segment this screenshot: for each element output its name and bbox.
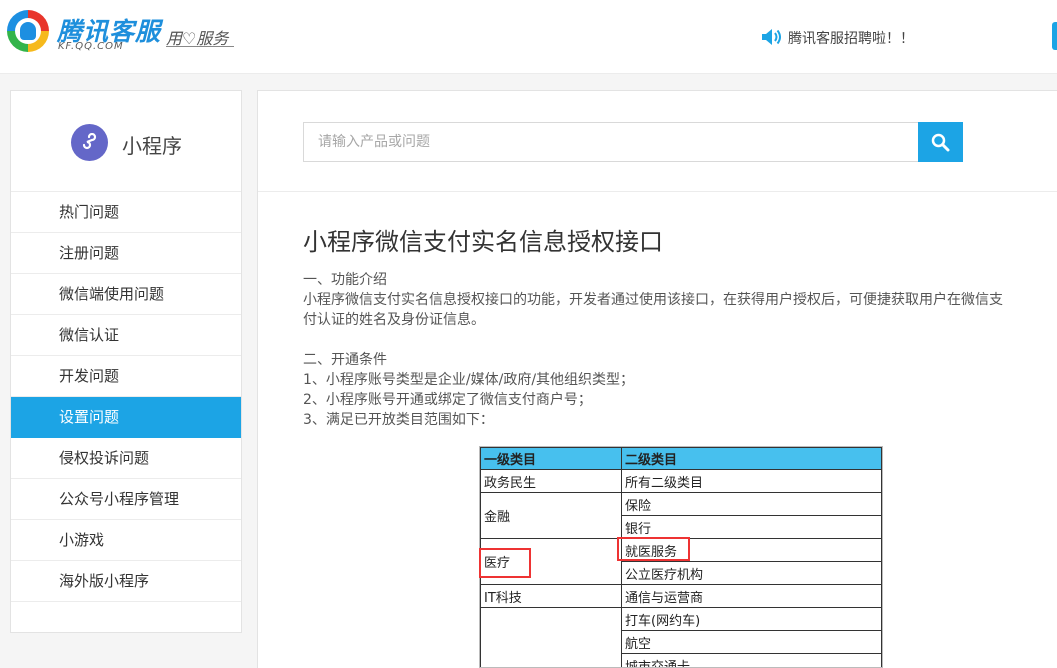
primary-category-cell: 政务民生 xyxy=(480,469,622,493)
table-row: 金融 保险 xyxy=(480,492,882,539)
secondary-category-cell: 城市交通卡 xyxy=(621,653,882,667)
tencent-kf-logo-icon[interactable] xyxy=(7,10,49,52)
secondary-category-cell: 保险 xyxy=(621,492,882,516)
primary-category-cell xyxy=(480,607,622,667)
highlight-box-medical xyxy=(479,548,531,578)
sidebar-item-wechat-usage[interactable]: 微信端使用问题 xyxy=(11,274,241,315)
mini-program-icon xyxy=(71,124,108,161)
condition-item: 2、小程序账号开通或绑定了微信支付商户号； xyxy=(303,392,592,408)
primary-category-cell: 金融 xyxy=(480,492,622,539)
secondary-category-cell: 银行 xyxy=(621,515,882,539)
sidebar-item-infringement[interactable]: 侵权投诉问题 xyxy=(11,438,241,479)
search-icon xyxy=(931,133,950,152)
sidebar-item-registration[interactable]: 注册问题 xyxy=(11,233,241,274)
section-heading-conditions: 二、开通条件 xyxy=(303,352,387,368)
highlight-box-medical-service xyxy=(617,537,690,561)
logo-subtext: KF.QQ.COM xyxy=(58,41,124,52)
recruitment-notice-link[interactable]: 腾讯客服招聘啦！！ xyxy=(788,28,914,48)
search-button[interactable] xyxy=(918,122,963,162)
secondary-category-cell: 所有二级类目 xyxy=(621,469,882,493)
secondary-category-cell: 通信与运营商 xyxy=(621,584,882,608)
secondary-category-cell: 打车(网约车) xyxy=(621,607,882,631)
table-row: IT科技 通信与运营商 xyxy=(480,584,882,608)
article-title: 小程序微信支付实名信息授权接口 xyxy=(303,228,663,256)
condition-item: 3、满足已开放类目范围如下： xyxy=(303,412,494,428)
search-bar xyxy=(258,91,1057,192)
header-action-button[interactable] xyxy=(1052,22,1057,50)
sidebar-item-wechat-verification[interactable]: 微信认证 xyxy=(11,315,241,356)
section-heading-features: 一、功能介绍 xyxy=(303,272,387,288)
search-input[interactable] xyxy=(303,122,918,162)
speaker-icon xyxy=(762,29,781,45)
table-header-row: 一级类目 二级类目 xyxy=(480,447,882,470)
sidebar-item-development[interactable]: 开发问题 xyxy=(11,356,241,397)
secondary-category-cell: 公立医疗机构 xyxy=(621,561,882,585)
sidebar: 小程序 热门问题 注册问题 微信端使用问题 微信认证 开发问题 设置问题 侵权投… xyxy=(10,90,242,633)
paragraph-line: 付认证的姓名及身份证信息。 xyxy=(303,312,485,328)
sidebar-item-settings[interactable]: 设置问题 xyxy=(11,397,241,438)
paragraph-line: 小程序微信支付实名信息授权接口的功能，开发者通过使用该接口，在获得用户授权后，可… xyxy=(303,292,1003,308)
table-header-cell: 二级类目 xyxy=(621,447,882,470)
secondary-category-cell: 航空 xyxy=(621,630,882,654)
table-row: 政务民生 所有二级类目 xyxy=(480,469,882,493)
sidebar-header: 小程序 xyxy=(11,91,241,192)
table-row: 打车(网约车) xyxy=(480,607,882,667)
site-header: 腾讯客服 KF.QQ.COM 用♡服务 腾讯客服招聘啦！！ xyxy=(0,0,1057,74)
sidebar-item-account-management[interactable]: 公众号小程序管理 xyxy=(11,479,241,520)
sidebar-item-mini-games[interactable]: 小游戏 xyxy=(11,520,241,561)
table-header-cell: 一级类目 xyxy=(480,447,622,470)
sidebar-item-hot-questions[interactable]: 热门问题 xyxy=(11,192,241,233)
condition-item: 1、小程序账号类型是企业/媒体/政府/其他组织类型； xyxy=(303,372,635,388)
sidebar-title: 小程序 xyxy=(122,134,182,158)
sidebar-item-overseas[interactable]: 海外版小程序 xyxy=(11,561,241,602)
primary-category-cell: IT科技 xyxy=(480,584,622,608)
slogan-underline xyxy=(166,46,234,47)
